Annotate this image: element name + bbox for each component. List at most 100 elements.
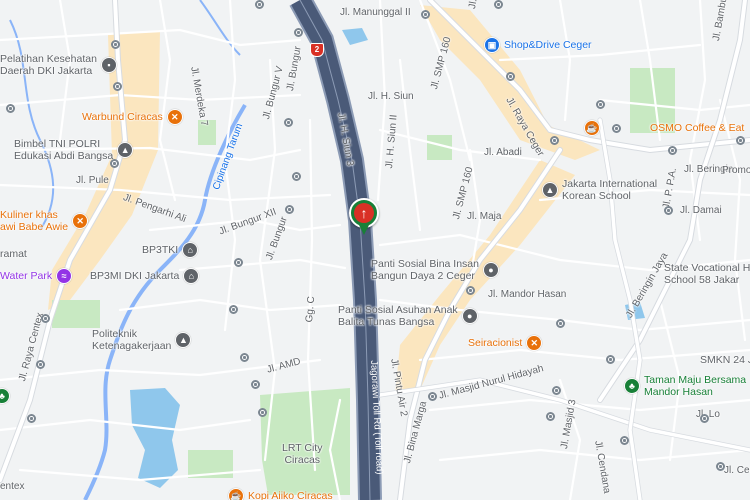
bus-stop-icon[interactable] <box>506 72 515 81</box>
poi-label: Seiracionist <box>468 337 523 349</box>
poi-label: Bimbel TNI POLRI Edukasi Abdi Bangsa <box>14 138 114 162</box>
poi-label: Warbund Ciracas <box>82 111 163 123</box>
poi-label: Pelatihan Kesehatan Daerah DKI Jakarta <box>0 53 97 77</box>
poi-bp3tki[interactable]: BP3TKI ⌂ <box>142 242 199 258</box>
bus-stop-icon[interactable] <box>234 258 243 267</box>
park-icon: ♣ <box>0 388 10 404</box>
street-label: Jl. Abadi <box>484 147 522 158</box>
building-icon: ▪ <box>100 57 117 73</box>
bus-stop-icon[interactable] <box>606 355 615 364</box>
bus-stop-icon[interactable] <box>664 206 673 215</box>
bus-stop-icon[interactable] <box>596 100 605 109</box>
highway-shield: 2 <box>310 43 324 57</box>
poi-kopi-aiiko[interactable]: ☕ Kopi Aiiko Ciracas <box>228 488 333 500</box>
map-canvas[interactable]: 2 Jl. Manunggal II Jl. SMP 160 Jl. Raya … <box>0 0 750 500</box>
poi-lrt-city-ciracas[interactable]: LRT City Ciracas <box>282 442 322 466</box>
bus-stop-icon[interactable] <box>556 319 565 328</box>
bus-stop-icon[interactable] <box>716 462 725 471</box>
bus-stop-icon[interactable] <box>466 286 475 295</box>
place-icon: ● <box>482 262 499 278</box>
bus-stop-icon[interactable] <box>27 414 36 423</box>
bus-stop-icon[interactable] <box>285 205 294 214</box>
bus-stop-icon[interactable] <box>421 10 430 19</box>
bus-stop-icon[interactable] <box>6 104 15 113</box>
government-icon: ⌂ <box>182 242 199 258</box>
restaurant-icon: ✕ <box>526 335 543 351</box>
poi-label: Kuliner khas awi Babe Awie <box>0 209 69 233</box>
street-label: Jl. Damai <box>680 205 722 216</box>
poi-label: BP3TKI <box>142 244 179 256</box>
water-park-icon: ≈ <box>56 268 73 284</box>
selected-location-marker[interactable]: ↑ <box>348 198 380 242</box>
bus-stop-icon[interactable] <box>612 124 621 133</box>
bus-stop-icon[interactable] <box>700 414 709 423</box>
poi-water-park[interactable]: Water Park ≈ <box>0 268 73 284</box>
poi-label: Jakarta International Korean School <box>562 178 658 202</box>
street-label: Jl. Pule <box>76 175 109 186</box>
restaurant-icon: ✕ <box>72 213 89 229</box>
park-icon: ♣ <box>624 378 640 394</box>
poi-osmo-coffee[interactable]: ☕ OSMO Coffee & Eat <box>584 120 744 136</box>
bus-stop-icon[interactable] <box>668 146 677 155</box>
school-icon: ▲ <box>175 332 192 348</box>
poi-ramat[interactable]: ramat <box>0 248 27 260</box>
bus-stop-icon[interactable] <box>292 172 301 181</box>
poi-label: State Vocational Hi School 58 Jakar <box>664 262 750 286</box>
poi-panti-sosial-asuhan-anak[interactable]: Panti Sosial Asuhan Anak Balita Tunas Ba… <box>338 304 478 328</box>
bus-stop-icon[interactable] <box>251 380 260 389</box>
bus-stop-icon[interactable] <box>428 392 437 401</box>
bus-stop-icon[interactable] <box>294 28 303 37</box>
poi-politeknik[interactable]: Politeknik Ketenagakerjaan ▲ <box>92 328 192 352</box>
bus-stop-icon[interactable] <box>229 305 238 314</box>
bus-stop-icon[interactable] <box>110 159 119 168</box>
poi-label: Taman Maju Bersama Mandor Hasan <box>644 374 747 398</box>
bus-stop-icon[interactable] <box>240 353 249 362</box>
school-icon: ▲ <box>117 142 134 158</box>
bus-stop-icon[interactable] <box>258 408 267 417</box>
restaurant-icon: ✕ <box>166 109 183 125</box>
bus-stop-icon[interactable] <box>36 360 45 369</box>
place-icon: ● <box>461 308 478 324</box>
cafe-icon: ☕ <box>584 120 600 136</box>
poi-warbund-ciracas[interactable]: Warbund Ciracas ✕ <box>82 109 183 125</box>
poi-label: LRT City Ciracas <box>282 442 323 466</box>
street-label: Promo <box>722 165 750 176</box>
street-label: Jl. H. Siun <box>368 91 414 102</box>
poi-park-edge[interactable]: ♣ <box>0 388 10 404</box>
bus-stop-icon[interactable] <box>284 118 293 127</box>
poi-label: SMKN 24 J <box>700 354 750 366</box>
poi-shop-drive-ceger[interactable]: ▣ Shop&Drive Ceger <box>484 37 592 53</box>
bus-stop-icon[interactable] <box>620 436 629 445</box>
park-area-left <box>52 300 100 328</box>
bus-stop-icon[interactable] <box>550 136 559 145</box>
poi-taman-maju-bersama[interactable]: ♣ Taman Maju Bersama Mandor Hasan <box>624 374 746 398</box>
poi-kuliner-khas[interactable]: Kuliner khas awi Babe Awie ✕ <box>0 209 89 233</box>
government-icon: ⌂ <box>183 268 200 284</box>
street-label: Jl. Mandor Hasan <box>488 289 567 300</box>
poi-jakarta-international-korean-school[interactable]: ▲ Jakarta International Korean School <box>542 178 657 202</box>
school-icon: ▲ <box>542 182 558 198</box>
lake <box>130 388 180 488</box>
street-label: Jl. Cenda <box>724 465 750 476</box>
poi-seiracionist[interactable]: Seiracionist ✕ <box>468 335 543 351</box>
bus-stop-icon[interactable] <box>494 0 503 9</box>
bus-stop-icon[interactable] <box>111 40 120 49</box>
bus-stop-icon[interactable] <box>41 314 50 323</box>
bus-stop-icon[interactable] <box>255 0 264 9</box>
arrow-up-icon: ↑ <box>354 203 374 223</box>
poi-smkn-24[interactable]: SMKN 24 J <box>700 354 750 366</box>
poi-label: Politeknik Ketenagakerjaan <box>92 328 172 352</box>
shop-icon: ▣ <box>484 37 500 53</box>
river-west <box>9 19 55 231</box>
bus-stop-icon[interactable] <box>736 136 745 145</box>
bus-stop-icon[interactable] <box>546 412 555 421</box>
bus-stop-icon[interactable] <box>113 82 122 91</box>
poi-pelatihan-kesehatan[interactable]: Pelatihan Kesehatan Daerah DKI Jakarta ▪ <box>0 53 117 77</box>
poi-panti-sosial-bina-insan[interactable]: Panti Sosial Bina Insan Bangun Daya 2 Ce… <box>371 258 499 282</box>
poi-state-vocational-school[interactable]: State Vocational Hi School 58 Jakar <box>664 262 750 286</box>
poi-label: Water Park <box>0 270 53 282</box>
poi-label: BP3MI DKI Jakarta <box>90 270 180 282</box>
street-label: entex <box>0 481 25 492</box>
bus-stop-icon[interactable] <box>552 386 561 395</box>
poi-bp3mi-dki-jakarta[interactable]: BP3MI DKI Jakarta ⌂ <box>90 268 200 284</box>
